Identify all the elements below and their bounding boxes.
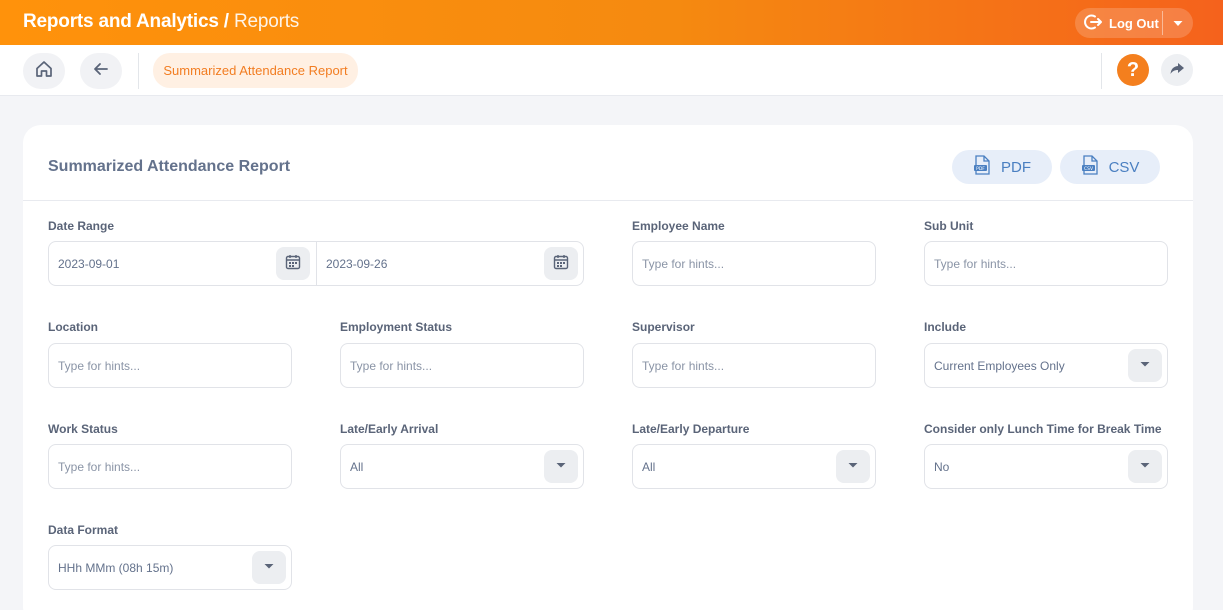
chevron-down-icon[interactable]: [1171, 16, 1185, 33]
employment-status-input[interactable]: Type for hints...: [340, 343, 584, 388]
chevron-down-icon: [1139, 358, 1151, 373]
chevron-down-icon: [555, 459, 567, 474]
csv-file-icon: CSV: [1081, 155, 1099, 179]
card-title: Summarized Attendance Report: [48, 158, 291, 175]
section-title: Reports: [233, 11, 300, 32]
help-button[interactable]: ?: [1117, 54, 1149, 86]
nav-divider-right: [1101, 53, 1102, 89]
date-range-field: 2023-09-01 2023-09-26: [48, 241, 584, 286]
lunch-break-label: Consider only Lunch Time for Break Time: [924, 422, 1162, 436]
late-early-arrival-select[interactable]: All: [340, 444, 584, 489]
employee-name-placeholder: Type for hints...: [642, 257, 725, 271]
logout-icon: [1083, 12, 1103, 35]
nav-divider: [138, 53, 139, 89]
sub-unit-label: Sub Unit: [924, 219, 974, 233]
supervisor-placeholder: Type for hints...: [642, 359, 725, 373]
home-button[interactable]: [23, 53, 65, 89]
date-range-label: Date Range: [48, 219, 115, 233]
late-early-arrival-dropdown-toggle[interactable]: [544, 450, 578, 483]
sub-unit-placeholder: Type for hints...: [934, 257, 1017, 271]
module-title: Reports and Analytics: [23, 11, 219, 32]
date-from-value[interactable]: 2023-09-01: [58, 257, 119, 271]
svg-text:CSV: CSV: [1084, 166, 1094, 172]
data-format-value: HHh MMm (08h 15m): [58, 561, 174, 575]
include-label: Include: [924, 320, 967, 334]
share-icon: [1168, 59, 1186, 82]
page-title: Reports and Analytics / Reports: [23, 11, 299, 33]
lunch-break-value: No: [934, 460, 950, 474]
share-button[interactable]: [1161, 54, 1193, 86]
supervisor-input[interactable]: Type for hints...: [632, 343, 876, 388]
employment-status-label: Employment Status: [340, 320, 453, 334]
include-value: Current Employees Only: [934, 359, 1065, 373]
late-early-arrival-label: Late/Early Arrival: [340, 422, 439, 436]
csv-label: CSV: [1108, 158, 1140, 176]
late-early-arrival-value: All: [350, 460, 364, 474]
late-early-departure-dropdown-toggle[interactable]: [836, 450, 870, 483]
chevron-down-icon: [1139, 459, 1151, 474]
data-format-label: Data Format: [48, 523, 119, 537]
location-placeholder: Type for hints...: [58, 359, 141, 373]
pdf-file-icon: PDF: [973, 155, 991, 179]
date-from-calendar-button[interactable]: [276, 247, 310, 280]
pdf-label: PDF: [1001, 158, 1031, 176]
report-card: Summarized Attendance Report PDF PDF CSV…: [23, 125, 1193, 610]
logout-label: Log Out: [1109, 15, 1159, 31]
calendar-icon: [553, 254, 569, 273]
logout-divider: [1162, 11, 1163, 35]
late-early-departure-value: All: [642, 460, 656, 474]
lunch-break-dropdown-toggle[interactable]: [1128, 450, 1162, 483]
location-input[interactable]: Type for hints...: [48, 343, 292, 388]
date-range-divider: [316, 242, 317, 285]
include-dropdown-toggle[interactable]: [1128, 349, 1162, 382]
data-format-dropdown-toggle[interactable]: [252, 551, 286, 584]
breadcrumb-report[interactable]: Summarized Attendance Report: [153, 53, 358, 88]
export-csv-button[interactable]: CSV CSV: [1060, 150, 1160, 184]
home-icon: [34, 59, 54, 84]
supervisor-label: Supervisor: [632, 320, 695, 334]
employment-status-placeholder: Type for hints...: [350, 359, 433, 373]
include-select[interactable]: Current Employees Only: [924, 343, 1168, 388]
employee-name-label: Employee Name: [632, 219, 725, 233]
location-label: Location: [48, 320, 98, 334]
work-status-input[interactable]: Type for hints...: [48, 444, 292, 489]
date-to-calendar-button[interactable]: [544, 247, 578, 280]
svg-text:PDF: PDF: [976, 166, 985, 172]
top-bar: Reports and Analytics / Reports Log Out: [0, 0, 1223, 45]
export-pdf-button[interactable]: PDF PDF: [952, 150, 1052, 184]
back-button[interactable]: [80, 53, 122, 89]
title-separator: /: [218, 11, 234, 32]
data-format-select[interactable]: HHh MMm (08h 15m): [48, 545, 292, 590]
logout-button[interactable]: Log Out: [1075, 8, 1193, 38]
employee-name-input[interactable]: Type for hints...: [632, 241, 876, 286]
chevron-down-icon: [263, 560, 275, 575]
navigation-bar: Summarized Attendance Report ?: [0, 45, 1223, 96]
chevron-down-icon: [847, 459, 859, 474]
lunch-break-select[interactable]: No: [924, 444, 1168, 489]
calendar-icon: [285, 254, 301, 273]
work-status-placeholder: Type for hints...: [58, 460, 141, 474]
card-divider: [23, 200, 1193, 201]
work-status-label: Work Status: [48, 422, 118, 436]
back-arrow-icon: [92, 60, 110, 83]
late-early-departure-label: Late/Early Departure: [632, 422, 750, 436]
late-early-departure-select[interactable]: All: [632, 444, 876, 489]
sub-unit-input[interactable]: Type for hints...: [924, 241, 1168, 286]
date-to-value[interactable]: 2023-09-26: [326, 257, 387, 271]
